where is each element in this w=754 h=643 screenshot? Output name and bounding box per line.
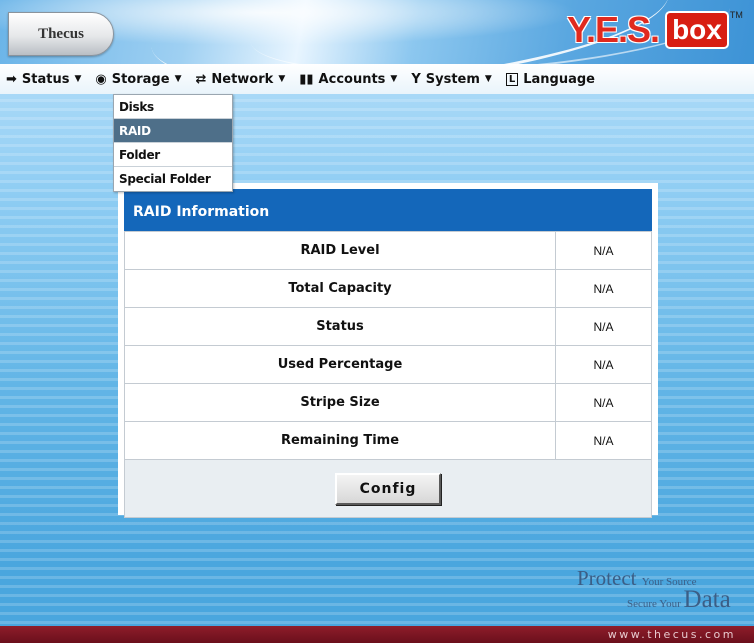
config-button[interactable]: Config (335, 472, 441, 505)
row-label-status: Status (124, 307, 556, 346)
menu-network-label: Network (211, 71, 274, 87)
header-banner: Thecus Y.E.S. box TM (0, 0, 754, 64)
row-label-used-percentage: Used Percentage (124, 345, 556, 384)
slogan-secure-your: Secure Your (627, 598, 681, 610)
chevron-down-icon: ▼ (484, 74, 492, 84)
menu-accounts[interactable]: ▮▮ Accounts ▼ (299, 64, 397, 94)
storage-icon: ◉ (95, 71, 107, 87)
slogan: Protect Your Source Secure Your Data (577, 566, 754, 614)
thecus-logo-text: Thecus (38, 25, 84, 42)
row-value-remaining-time: N/A (555, 421, 652, 460)
table-row: Total Capacity N/A (124, 269, 652, 308)
table-row: Status N/A (124, 307, 652, 346)
menu-accounts-label: Accounts (318, 71, 386, 87)
yesbox-logo-yes: Y.E.S. (567, 9, 660, 50)
dropdown-item-disks[interactable]: Disks (114, 95, 232, 119)
slogan-line-2: Secure Your Data (627, 586, 731, 614)
accounts-icon: ▮▮ (299, 71, 314, 87)
menu-language-label: Language (523, 71, 595, 87)
storage-dropdown-menu: Disks RAID Folder Special Folder (113, 94, 233, 192)
slogan-data: Data (683, 586, 731, 613)
panel-title: RAID Information (124, 189, 652, 231)
table-row: Remaining Time N/A (124, 421, 652, 460)
chevron-down-icon: ▼ (278, 74, 286, 84)
menu-network[interactable]: ⇄ Network ▼ (195, 64, 285, 94)
raid-info-table: RAID Level N/A Total Capacity N/A Status… (124, 231, 652, 460)
main-menu-bar: ➡ Status ▼ ◉ Storage ▼ ⇄ Network ▼ ▮▮ Ac… (0, 64, 754, 94)
footer-bar: www.thecus.com (0, 626, 754, 643)
row-label-raid-level: RAID Level (124, 231, 556, 270)
dropdown-item-raid[interactable]: RAID (114, 119, 232, 143)
menu-system-label: System (425, 71, 480, 87)
language-icon: L (505, 72, 519, 86)
system-icon: Y (411, 71, 421, 87)
row-value-used-percentage: N/A (555, 345, 652, 384)
raid-info-panel: RAID Information RAID Level N/A Total Ca… (118, 183, 658, 518)
yesbox-logo: Y.E.S. box TM (567, 9, 743, 50)
dropdown-item-special-folder[interactable]: Special Folder (114, 167, 232, 191)
config-button-row: Config (124, 460, 652, 518)
table-row: RAID Level N/A (124, 231, 652, 270)
row-value-raid-level: N/A (555, 231, 652, 270)
menu-status-label: Status (21, 71, 70, 87)
chevron-down-icon: ▼ (174, 74, 182, 84)
menu-system[interactable]: Y System ▼ (411, 64, 492, 94)
row-label-remaining-time: Remaining Time (124, 421, 556, 460)
menu-status[interactable]: ➡ Status ▼ (6, 64, 81, 94)
table-row: Stripe Size N/A (124, 383, 652, 422)
menu-language[interactable]: L Language (505, 64, 595, 94)
row-value-total-capacity: N/A (555, 269, 652, 308)
row-value-stripe-size: N/A (555, 383, 652, 422)
chevron-down-icon: ▼ (390, 74, 398, 84)
yesbox-logo-box: box (665, 11, 729, 49)
menu-storage[interactable]: ◉ Storage ▼ (95, 64, 181, 94)
network-icon: ⇄ (195, 71, 207, 87)
yesbox-logo-tm: TM (729, 10, 743, 20)
row-label-stripe-size: Stripe Size (124, 383, 556, 422)
dropdown-item-folder[interactable]: Folder (114, 143, 232, 167)
status-icon: ➡ (6, 71, 17, 87)
menu-storage-label: Storage (111, 71, 170, 87)
row-label-total-capacity: Total Capacity (124, 269, 556, 308)
footer-url: www.thecus.com (607, 628, 736, 641)
thecus-logo: Thecus (8, 12, 114, 56)
chevron-down-icon: ▼ (74, 74, 82, 84)
table-row: Used Percentage N/A (124, 345, 652, 384)
row-value-status: N/A (555, 307, 652, 346)
